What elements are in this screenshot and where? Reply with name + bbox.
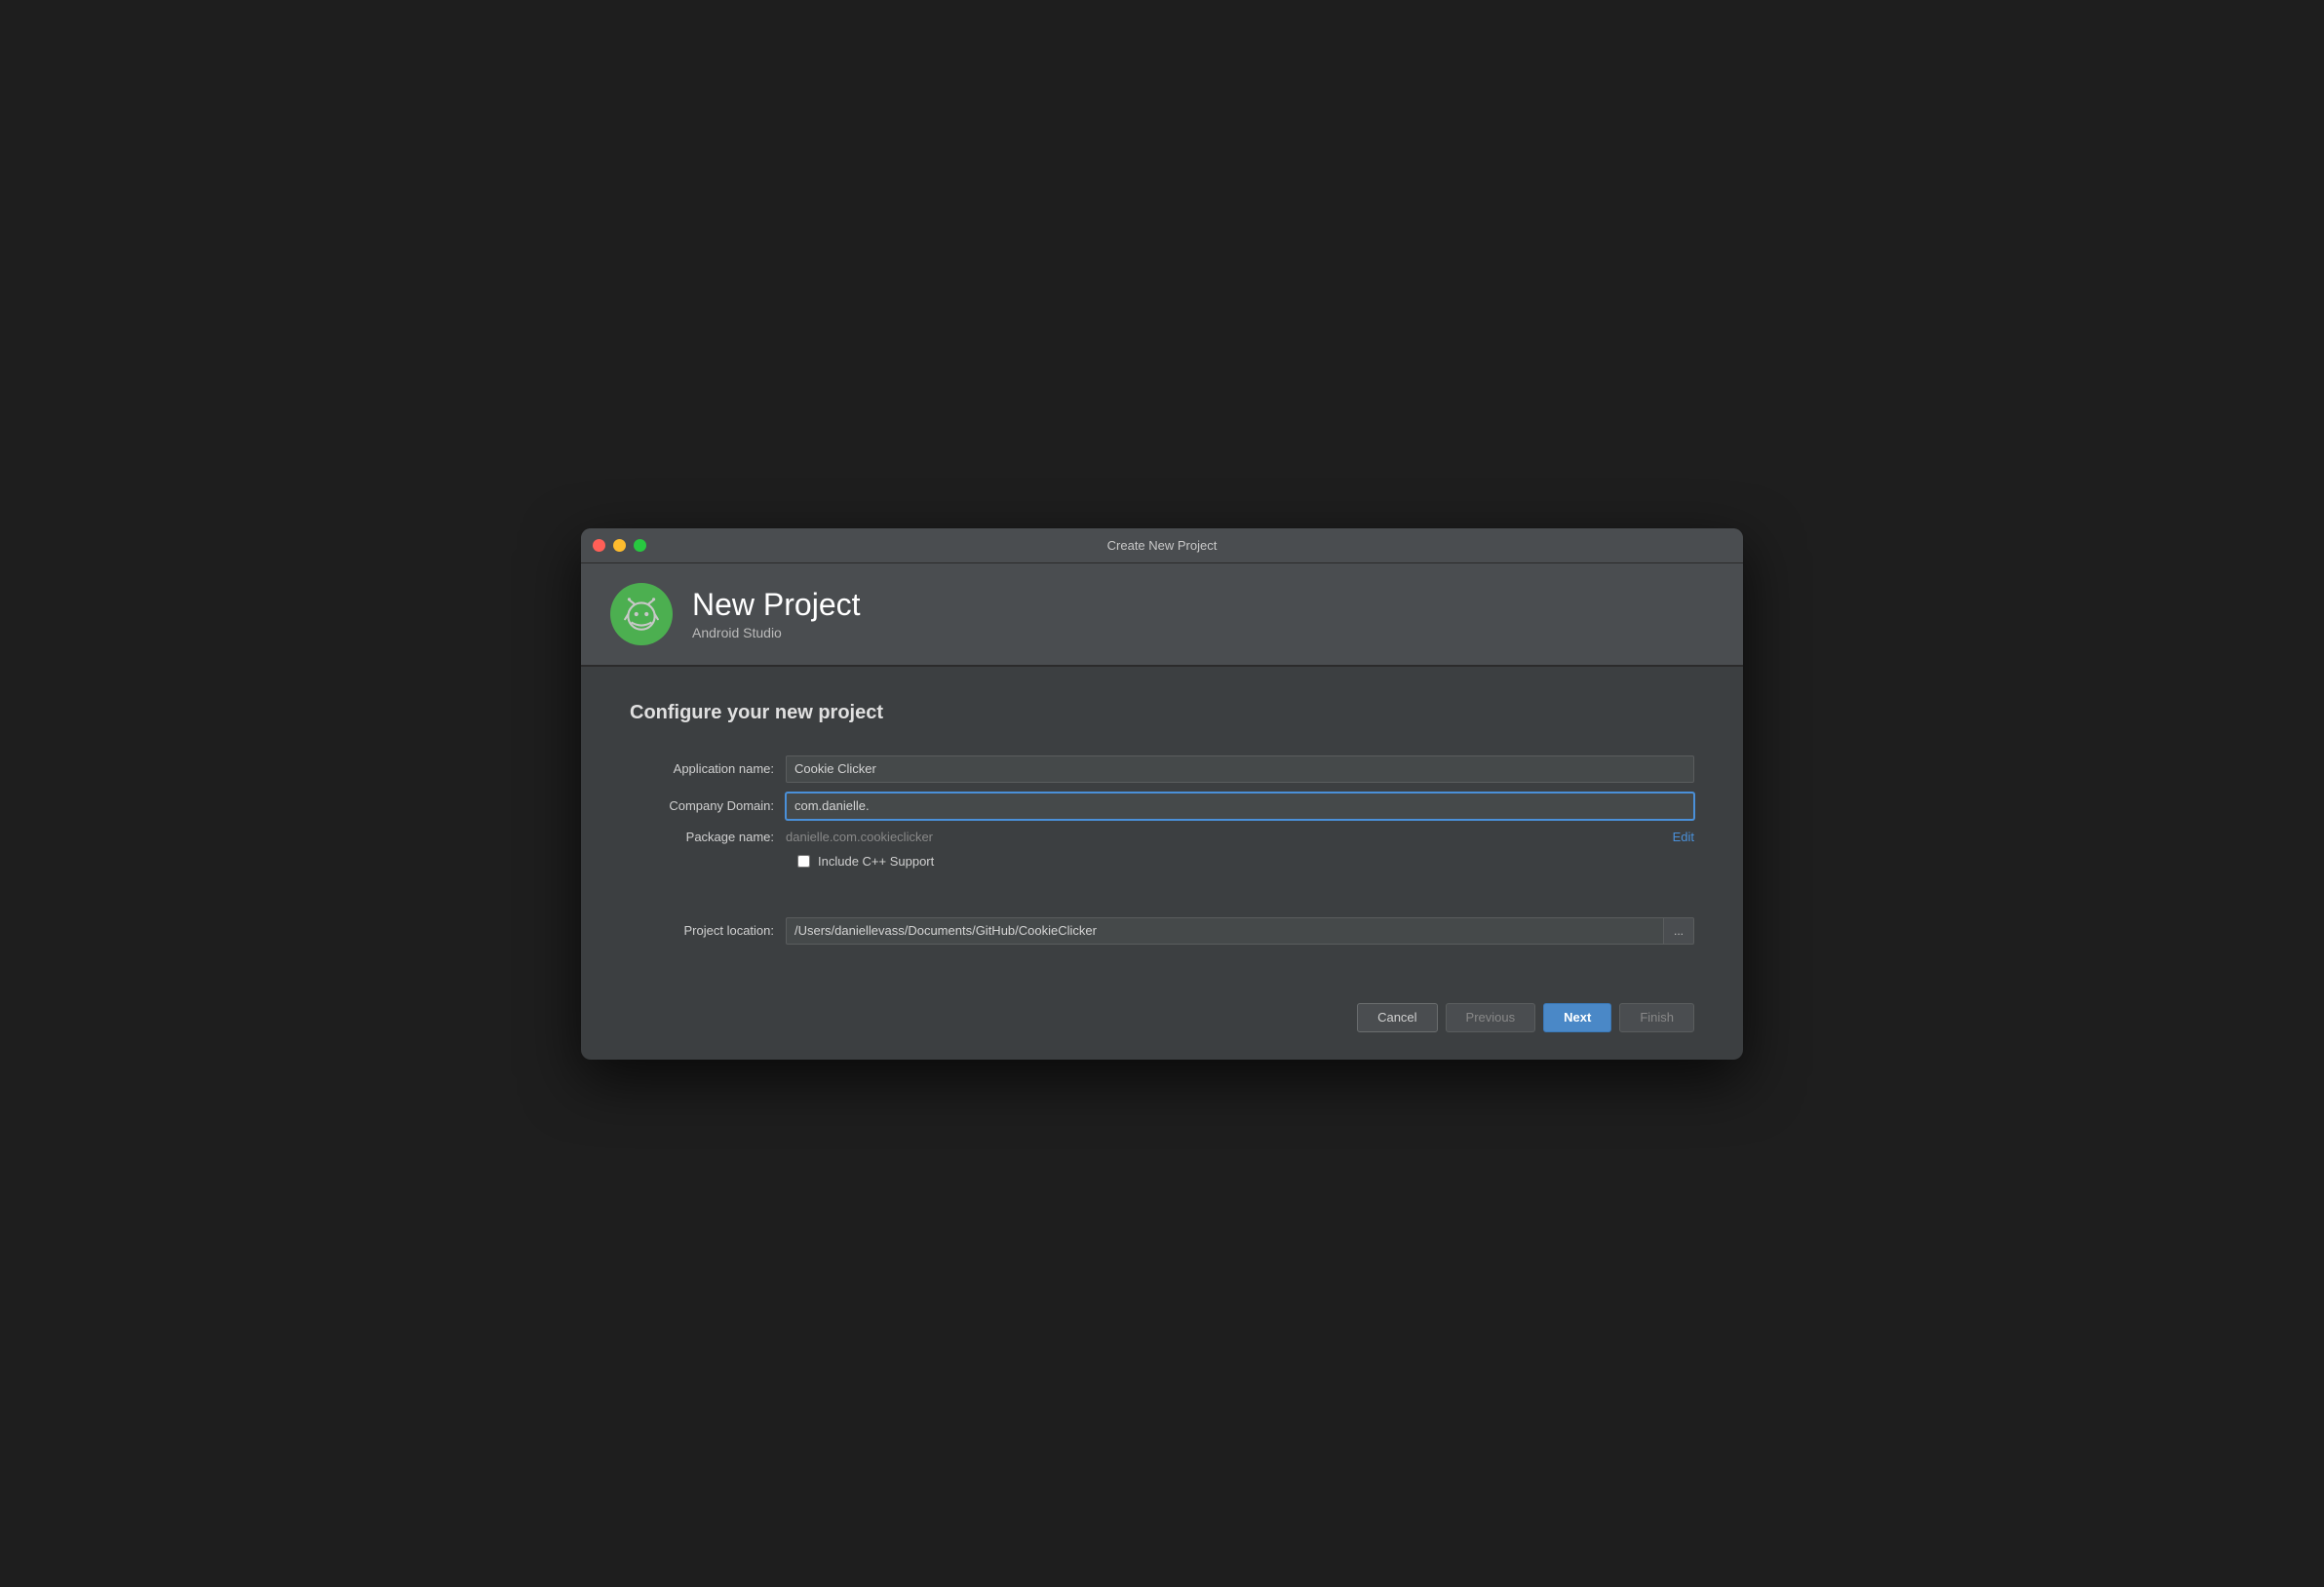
cpp-support-checkbox[interactable] [797, 855, 810, 868]
location-section: Project location: ... [630, 917, 1694, 945]
close-button[interactable] [593, 539, 605, 552]
next-button[interactable]: Next [1543, 1003, 1611, 1032]
previous-button[interactable]: Previous [1446, 1003, 1536, 1032]
configure-title: Configure your new project [630, 702, 1694, 724]
company-domain-input[interactable] [786, 793, 1694, 820]
cpp-support-row: Include C++ Support [797, 854, 1694, 869]
company-domain-row: Company Domain: [630, 793, 1694, 820]
location-input[interactable] [786, 917, 1663, 945]
main-window: Create New Project [581, 528, 1743, 1060]
minimize-button[interactable] [613, 539, 626, 552]
header-text: New Project Android Studio [692, 587, 861, 640]
cpp-support-label[interactable]: Include C++ Support [818, 854, 934, 869]
header-section: New Project Android Studio [581, 563, 1743, 666]
browse-button[interactable]: ... [1663, 917, 1694, 945]
location-input-wrapper: ... [786, 917, 1694, 945]
finish-button[interactable]: Finish [1619, 1003, 1694, 1032]
main-content: Configure your new project Application n… [581, 667, 1743, 984]
window-title: Create New Project [1107, 538, 1218, 553]
footer: Cancel Previous Next Finish [581, 984, 1743, 1060]
package-name-row: Package name: danielle.com.cookieclicker… [630, 830, 1694, 844]
form-section: Application name: Company Domain: Packag… [630, 755, 1694, 869]
app-name-label: Application name: [630, 761, 786, 776]
project-subtitle: Android Studio [692, 625, 861, 640]
android-logo [610, 583, 673, 645]
project-title: New Project [692, 587, 861, 623]
company-domain-label: Company Domain: [630, 798, 786, 813]
package-value-container: danielle.com.cookieclicker Edit [786, 830, 1694, 844]
app-name-row: Application name: [630, 755, 1694, 783]
android-studio-icon [621, 594, 662, 635]
cancel-button[interactable]: Cancel [1357, 1003, 1437, 1032]
location-row: Project location: ... [630, 917, 1694, 945]
edit-link[interactable]: Edit [1673, 830, 1694, 844]
window-controls [593, 539, 646, 552]
app-name-input[interactable] [786, 755, 1694, 783]
location-label: Project location: [630, 923, 786, 938]
package-name-label: Package name: [630, 830, 786, 844]
title-bar: Create New Project [581, 528, 1743, 563]
maximize-button[interactable] [634, 539, 646, 552]
package-name-value: danielle.com.cookieclicker [786, 830, 933, 844]
